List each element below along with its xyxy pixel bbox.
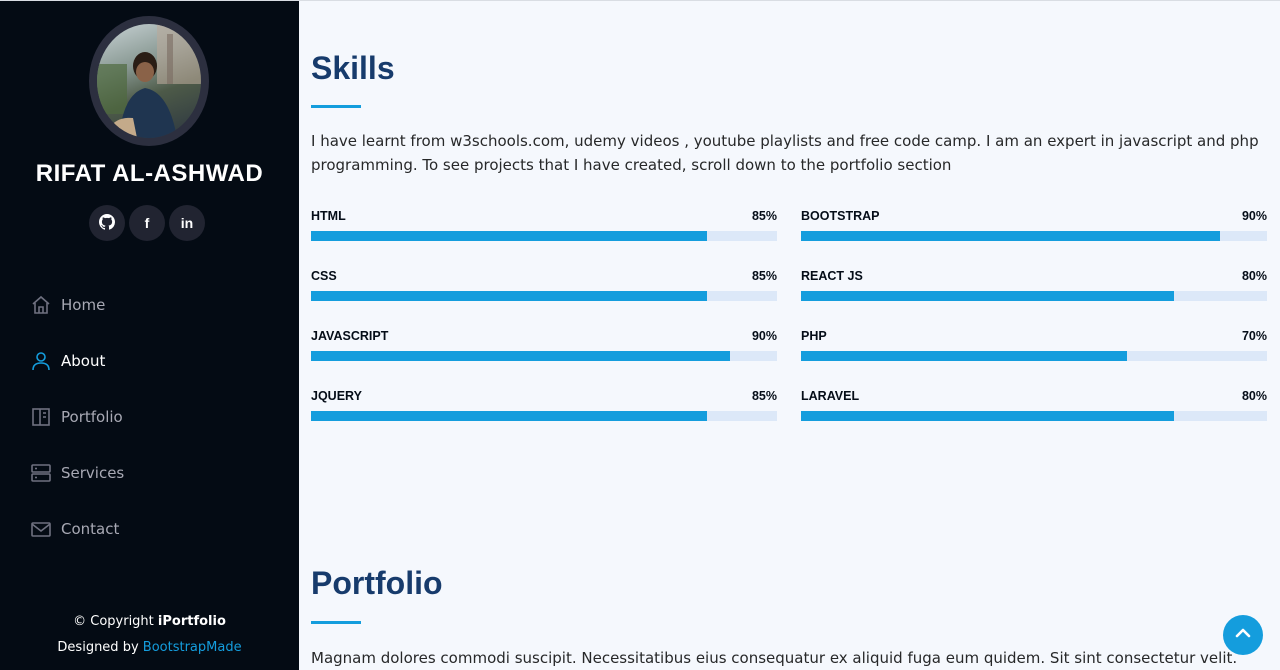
portfolio-title: Portfolio (311, 565, 443, 601)
home-icon (30, 294, 52, 316)
user-icon (30, 350, 52, 372)
skill-value: 85% (751, 269, 777, 283)
sidebar-footer: © Copyright iPortfolio Designed by Boots… (0, 609, 299, 661)
skill-value: 80% (1241, 389, 1267, 403)
skill-progress-track (801, 291, 1267, 301)
nav-label-home: Home (61, 296, 106, 314)
skill-progress-fill (311, 291, 708, 301)
skill-name: PHP (801, 329, 827, 343)
skill-progress-track (311, 411, 777, 421)
skills-title: Skills (311, 50, 395, 86)
facebook-button[interactable]: f (129, 205, 165, 241)
portfolio-title-underline (311, 621, 361, 624)
skill-name: CSS (311, 269, 337, 283)
skill-progress-fill (311, 411, 708, 421)
skill-progress-track (311, 231, 777, 241)
skill-progress-fill (801, 411, 1174, 421)
nav-item-contact[interactable]: Contact (30, 501, 124, 557)
nav-label-about: About (61, 352, 106, 370)
skill-item: BOOTSTRAP 90% (801, 209, 1267, 249)
profile-name: RIFAT AL-ASHWAD (35, 160, 264, 187)
nav-item-services[interactable]: Services (30, 445, 124, 501)
nav-menu: Home About Portfolio Services Contact (30, 277, 124, 557)
nav-label-services: Services (61, 464, 125, 482)
skill-name: JQUERY (311, 389, 362, 403)
chevron-up-icon (1234, 624, 1252, 646)
copyright-line: © Copyright iPortfolio (0, 609, 299, 635)
nav-item-about[interactable]: About (30, 333, 124, 389)
portfolio-description: Magnam dolores commodi suscipit. Necessi… (311, 649, 1238, 667)
skill-name: BOOTSTRAP (801, 209, 880, 223)
linkedin-button[interactable]: in (169, 205, 205, 241)
skill-item: CSS 85% (311, 269, 777, 309)
skill-progress-track (801, 231, 1267, 241)
skill-name: REACT JS (801, 269, 863, 283)
github-icon (99, 213, 116, 233)
nav-label-contact: Contact (61, 520, 120, 538)
nav-item-portfolio[interactable]: Portfolio (30, 389, 124, 445)
portfolio-icon (30, 406, 52, 428)
github-button[interactable] (89, 205, 125, 241)
skill-item: HTML 85% (311, 209, 777, 249)
skill-progress-track (801, 351, 1267, 361)
skill-progress-fill (801, 231, 1221, 241)
back-to-top-button[interactable] (1223, 615, 1263, 655)
sidebar: RIFAT AL-ASHWAD f in Home About Portfoli… (0, 0, 299, 670)
skill-progress-track (311, 291, 777, 301)
skill-progress-fill (801, 291, 1174, 301)
skill-progress-track (801, 411, 1267, 421)
linkedin-icon: in (180, 215, 194, 231)
skill-name: LARAVEL (801, 389, 860, 403)
facebook-icon: f (144, 215, 150, 231)
skill-item: JAVASCRIPT 90% (311, 329, 777, 369)
skill-value: 90% (1241, 209, 1267, 223)
avatar-frame (89, 16, 209, 146)
skill-progress-fill (311, 351, 731, 361)
skill-name: JAVASCRIPT (311, 329, 389, 343)
skill-progress-fill (311, 231, 708, 241)
server-icon (30, 462, 52, 484)
skill-value: 80% (1241, 269, 1267, 283)
skill-progress-track (311, 351, 777, 361)
skill-value: 85% (751, 389, 777, 403)
skill-value: 70% (1241, 329, 1267, 343)
skill-item: REACT JS 80% (801, 269, 1267, 309)
skill-progress-fill (801, 351, 1128, 361)
copyright-brand: iPortfolio (157, 614, 226, 629)
copyright-prefix: © Copyright (73, 614, 158, 629)
top-border (0, 0, 1280, 1)
credits-link[interactable]: BootstrapMade (143, 640, 242, 655)
envelope-icon (30, 518, 52, 540)
skill-item: JQUERY 85% (311, 389, 777, 429)
credits-line: Designed by BootstrapMade (0, 635, 299, 661)
nav-item-home[interactable]: Home (30, 277, 124, 333)
skill-value: 85% (751, 209, 777, 223)
skill-name: HTML (311, 209, 346, 223)
social-links: f in (89, 205, 205, 241)
nav-label-portfolio: Portfolio (61, 408, 123, 426)
skills-intro: I have learnt from w3schools.com, udemy … (311, 132, 1259, 174)
skills-title-underline (311, 105, 361, 108)
credits-prefix: Designed by (57, 640, 143, 655)
skill-item: LARAVEL 80% (801, 389, 1267, 429)
avatar (97, 24, 201, 138)
skill-value: 90% (751, 329, 777, 343)
skill-item: PHP 70% (801, 329, 1267, 369)
